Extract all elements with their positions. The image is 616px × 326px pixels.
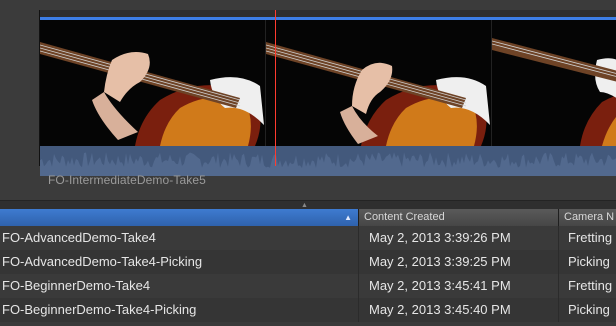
table-row[interactable]: FO-AdvancedDemo-Take4 May 2, 2013 3:39:2… [0, 226, 616, 250]
cell-camera-name: Fretting [568, 230, 613, 245]
table-row[interactable]: FO-BeginnerDemo-Take4-Picking May 2, 201… [0, 298, 616, 322]
column-header-label: Content Created [364, 211, 445, 223]
column-header-name[interactable]: ▲ [0, 209, 359, 226]
cell-content-created: May 2, 2013 3:45:40 PM [359, 298, 559, 322]
column-header-camera-name[interactable]: Camera N [559, 209, 616, 226]
clip-range-bar [40, 10, 616, 20]
cell-camera-name: Fretting [568, 278, 613, 293]
cell-clip-name: FO-AdvancedDemo-Take4-Picking [0, 250, 359, 274]
clip-name-label: FO-IntermediateDemo-Take5 [48, 173, 206, 187]
cell-camera-name: Picking [568, 254, 610, 269]
cell-content-created: May 2, 2013 3:39:26 PM [359, 226, 559, 250]
column-header-label: Camera N [564, 211, 615, 223]
guitar-thumbnail-image [40, 20, 265, 146]
table-row[interactable]: FO-AdvancedDemo-Take4-Picking May 2, 201… [0, 250, 616, 274]
list-header: ▲ Content Created Camera N [0, 209, 616, 226]
table-row[interactable]: FO-BeginnerDemo-Take4 May 2, 2013 3:45:4… [0, 274, 616, 298]
guitar-thumbnail-image [492, 20, 616, 146]
sort-ascending-icon: ▲ [344, 213, 352, 222]
filmstrip-frame [40, 20, 266, 146]
clip-filmstrip-viewer: FO-IntermediateDemo-Take5 [0, 0, 616, 202]
filmstrip-frame [492, 20, 616, 146]
cell-camera-name: Picking [568, 302, 610, 317]
splitter-handle-icon[interactable]: ▲ [301, 202, 308, 209]
playhead-marker[interactable] [275, 10, 276, 166]
clip-filmstrip[interactable] [39, 10, 616, 176]
guitar-thumbnail-image [266, 20, 491, 146]
audio-waveform [40, 146, 616, 176]
filmstrip-frames [40, 20, 616, 146]
waveform-graphic [40, 146, 616, 176]
list-rows: FO-AdvancedDemo-Take4 May 2, 2013 3:39:2… [0, 226, 616, 322]
cell-content-created: May 2, 2013 3:45:41 PM [359, 274, 559, 298]
clip-list: ▲ Content Created Camera N FO-AdvancedDe… [0, 209, 616, 326]
cell-clip-name: FO-BeginnerDemo-Take4-Picking [0, 298, 359, 322]
browser-window: FO-IntermediateDemo-Take5 ▲ ▲ Content Cr… [0, 0, 616, 326]
cell-content-created: May 2, 2013 3:39:25 PM [359, 250, 559, 274]
column-header-content-created[interactable]: Content Created [359, 209, 559, 226]
cell-clip-name: FO-BeginnerDemo-Take4 [0, 274, 359, 298]
cell-clip-name: FO-AdvancedDemo-Take4 [0, 226, 359, 250]
filmstrip-frame [266, 20, 492, 146]
